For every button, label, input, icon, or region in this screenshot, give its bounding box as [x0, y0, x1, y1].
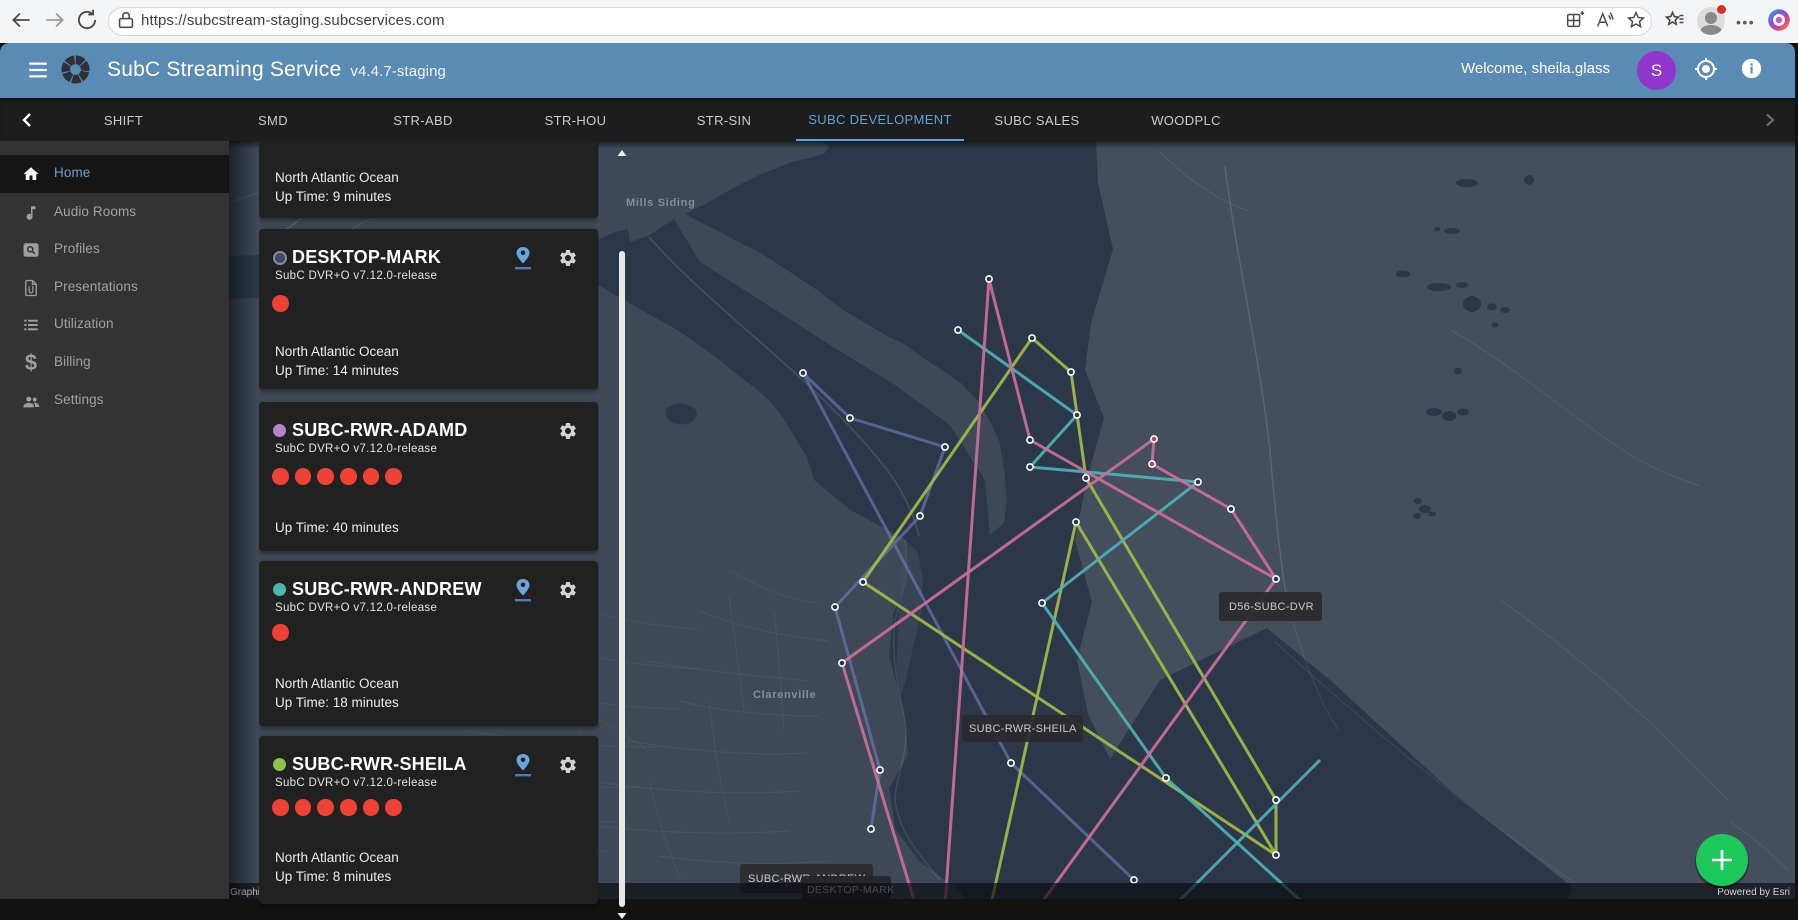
svg-text:Clarenville: Clarenville [753, 689, 816, 701]
svg-text:SUBC-RWR-SHEILA: SUBC-RWR-SHEILA [969, 723, 1077, 735]
svg-text:Mills Siding: Mills Siding [626, 197, 696, 209]
svg-text:D56-SUBC-DVR: D56-SUBC-DVR [1229, 601, 1314, 613]
svg-text:Powered by Esri: Powered by Esri [1717, 887, 1790, 898]
